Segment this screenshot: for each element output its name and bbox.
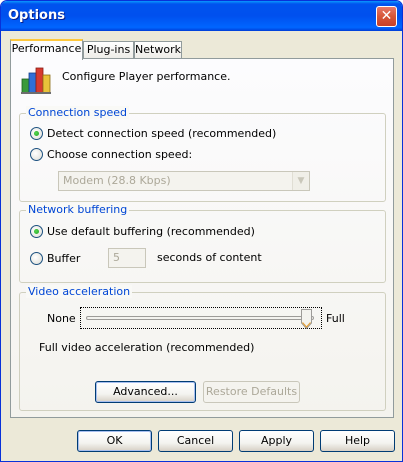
- restore-defaults-button[interactable]: Restore Defaults: [203, 381, 300, 403]
- slider-max-label: Full: [326, 312, 345, 325]
- close-icon: ✕: [380, 8, 393, 24]
- default-buffering-radio-row[interactable]: Use default buffering (recommended): [30, 224, 255, 238]
- ok-button[interactable]: OK: [77, 430, 152, 452]
- performance-tab-panel: Configure Player performance. Connection…: [10, 58, 394, 418]
- acceleration-slider-track[interactable]: [86, 316, 314, 320]
- connection-speed-value: Modem (28.8 Kbps): [63, 174, 171, 187]
- apply-button[interactable]: Apply: [239, 430, 314, 452]
- default-buffering-radio[interactable]: [30, 224, 43, 238]
- close-button[interactable]: ✕: [376, 6, 397, 27]
- video-acceleration-group: Video acceleration None Full Full video …: [19, 285, 386, 411]
- choose-speed-radio-row[interactable]: Choose connection speed:: [30, 147, 192, 161]
- options-dialog: Options ✕ Performance Plug-ins Network C…: [0, 0, 403, 462]
- choose-speed-label: Choose connection speed:: [47, 147, 193, 161]
- detect-speed-radio-row[interactable]: Detect connection speed (recommended): [30, 126, 276, 140]
- advanced-button[interactable]: Advanced...: [95, 381, 196, 403]
- help-button[interactable]: Help: [320, 430, 395, 452]
- buffer-suffix-label: seconds of content: [157, 251, 262, 264]
- detect-speed-label: Detect connection speed (recommended): [47, 126, 277, 140]
- title-bar[interactable]: Options ✕: [1, 1, 402, 31]
- header-text: Configure Player performance.: [62, 70, 231, 83]
- detect-speed-radio[interactable]: [30, 126, 43, 140]
- performance-bars-icon: [20, 65, 52, 95]
- acceleration-slider-thumb[interactable]: [301, 309, 312, 330]
- cancel-button[interactable]: Cancel: [158, 430, 233, 452]
- window-title: Options: [8, 8, 65, 23]
- tab-network[interactable]: Network: [134, 41, 182, 59]
- connection-speed-legend: Connection speed: [26, 106, 129, 119]
- video-acceleration-legend: Video acceleration: [26, 285, 133, 298]
- network-buffering-group: Network buffering Use default buffering …: [19, 203, 386, 283]
- chevron-down-icon[interactable]: ▼: [292, 172, 309, 190]
- buffer-seconds-input[interactable]: 5: [108, 248, 146, 268]
- default-buffering-label: Use default buffering (recommended): [47, 224, 255, 238]
- connection-speed-dropdown[interactable]: Modem (28.8 Kbps) ▼: [58, 171, 310, 191]
- slider-min-label: None: [47, 312, 76, 325]
- acceleration-status-text: Full video acceleration (recommended): [39, 341, 255, 354]
- tab-plug-ins[interactable]: Plug-ins: [83, 41, 134, 59]
- choose-speed-radio[interactable]: [30, 147, 43, 161]
- buffer-label: Buffer: [47, 251, 81, 265]
- buffer-radio-row[interactable]: Buffer: [30, 251, 80, 265]
- connection-speed-group: Connection speed Detect connection speed…: [19, 106, 386, 202]
- tab-performance[interactable]: Performance: [10, 39, 83, 60]
- network-buffering-legend: Network buffering: [26, 203, 130, 216]
- buffer-radio[interactable]: [30, 251, 43, 265]
